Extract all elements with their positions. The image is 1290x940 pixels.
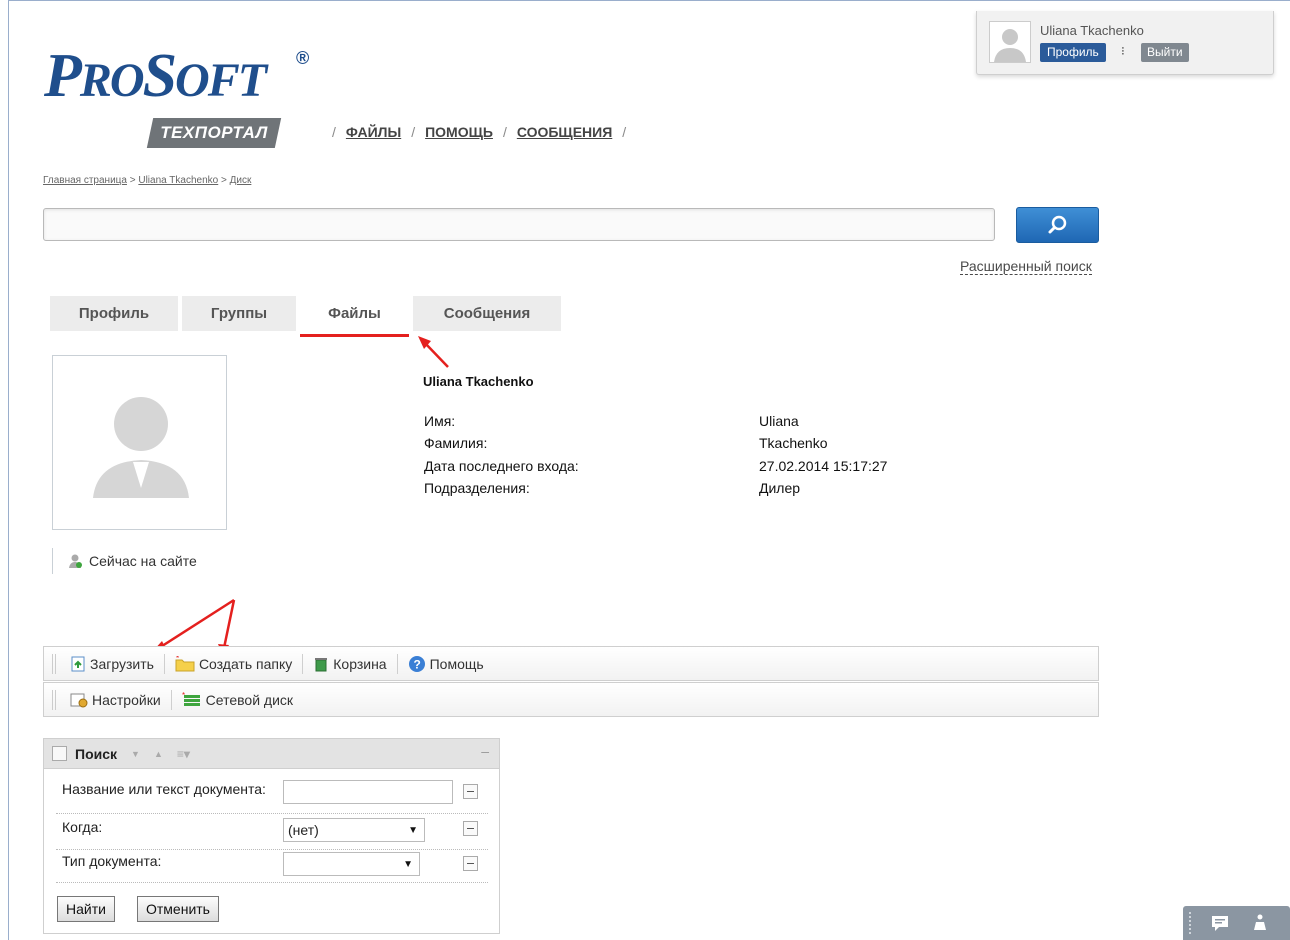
network-disk-button[interactable]: * Сетевой диск (178, 683, 297, 716)
field-label-last-login: Дата последнего входа: (424, 458, 579, 474)
settings-icon (70, 692, 88, 708)
settings-toolbar: Настройки * Сетевой диск (43, 682, 1099, 717)
notification-widget (1183, 906, 1290, 940)
widget-grip (1189, 912, 1193, 934)
field-label-last-name: Фамилия: (424, 435, 488, 451)
default-avatar-icon (93, 397, 189, 498)
remove-filter-button[interactable] (463, 821, 478, 836)
create-folder-button[interactable]: * Создать папку (171, 647, 296, 680)
svg-text:*: * (176, 656, 179, 663)
chat-icon[interactable] (1211, 915, 1229, 931)
sort-down-icon[interactable]: ▼ (131, 749, 140, 759)
search-panel: Поиск ▼ ▲ ≡▾ – Название или текст докуме… (43, 738, 500, 934)
upload-button[interactable]: Загрузить (66, 647, 158, 680)
field-label-first-name: Имя: (424, 413, 456, 429)
field-value-last-login: 27.02.2014 15:17:27 (759, 458, 888, 474)
toolbar-grip (52, 653, 56, 674)
field-value-last-name: Tkachenko (759, 435, 828, 451)
doc-name-label: Название или текст документа: (62, 781, 266, 797)
trash-icon (313, 656, 329, 672)
svg-text:*: * (182, 692, 185, 700)
search-panel-title: Поиск (75, 745, 118, 762)
search-panel-header: Поиск ▼ ▲ ≡▾ – (44, 739, 499, 769)
help-button[interactable]: ? Помощь (404, 647, 488, 680)
collapse-panel-button[interactable]: – (481, 743, 489, 759)
profile-name: Uliana Tkachenko (423, 374, 534, 389)
cancel-button[interactable]: Отменить (137, 896, 219, 922)
doc-type-select[interactable]: ▼ (283, 852, 420, 876)
upload-icon (70, 656, 86, 672)
trash-button[interactable]: Корзина (309, 647, 390, 680)
new-folder-icon: * (175, 656, 195, 672)
network-disk-icon: * (182, 692, 202, 708)
field-label-departments: Подразделения: (424, 480, 530, 496)
field-value-first-name: Uliana (759, 413, 799, 429)
remove-filter-button[interactable] (463, 856, 478, 871)
notification-bell-icon[interactable] (1253, 914, 1267, 932)
find-button[interactable]: Найти (57, 896, 115, 922)
remove-filter-button[interactable] (463, 784, 478, 799)
toolbar-grip (52, 689, 56, 710)
when-label: Когда: (62, 819, 103, 835)
chevron-down-icon: ▼ (403, 859, 413, 870)
doc-name-input[interactable] (283, 780, 453, 804)
help-icon: ? (408, 655, 426, 673)
online-status: Сейчас на сайте (52, 548, 197, 574)
chevron-down-icon: ▼ (408, 825, 418, 836)
when-select[interactable]: (нет) ▼ (283, 818, 425, 842)
doc-type-label: Тип документа: (62, 853, 162, 869)
field-value-departments: Дилер (759, 480, 801, 496)
sort-up-icon[interactable]: ▲ (154, 749, 163, 759)
settings-button[interactable]: Настройки (66, 683, 165, 716)
files-toolbar: Загрузить * Создать папку Корзина ? Помо… (43, 646, 1099, 681)
svg-text:?: ? (413, 657, 420, 671)
profile-photo (52, 355, 227, 530)
user-online-icon (67, 553, 83, 569)
panel-select-checkbox[interactable] (52, 746, 67, 761)
view-mode-icon[interactable]: ≡▾ (177, 747, 190, 761)
